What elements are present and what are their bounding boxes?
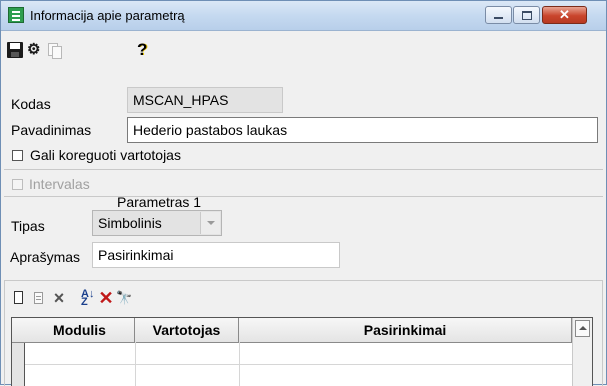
section-divider [4, 169, 603, 170]
save-icon[interactable] [7, 42, 23, 58]
intervalas-checkbox[interactable] [12, 179, 23, 190]
kodas-field: MSCAN_HPAS [127, 87, 283, 113]
column-header-modulis[interactable]: Modulis [25, 318, 135, 342]
pavadinimas-field[interactable]: Hederio pastabos laukas [127, 117, 598, 143]
aprasymas-label: Aprašymas [10, 249, 81, 265]
editable-checkbox-label: Gali koreguoti vartotojas [30, 147, 181, 163]
parametras-heading: Parametras 1 [117, 194, 202, 210]
sort-icon[interactable]: A↓ Z [81, 289, 97, 308]
copy-icon[interactable] [47, 42, 63, 59]
window-title: Informacija apie parametrą [30, 8, 185, 23]
grid-column-line [239, 342, 240, 386]
kodas-label: Kodas [11, 96, 51, 112]
editable-checkbox[interactable] [12, 150, 23, 161]
tipas-label: Tipas [11, 218, 45, 234]
grid-column-line [135, 342, 136, 386]
pavadinimas-label: Pavadinimas [11, 122, 92, 138]
edit-record-icon[interactable] [31, 290, 47, 306]
parametras-divider [4, 196, 603, 197]
properties-icon[interactable]: ⚙ [27, 42, 43, 58]
delete-icon[interactable]: × [51, 289, 67, 307]
tipas-combo[interactable]: Simbolinis [92, 210, 222, 236]
aprasymas-field[interactable]: Pasirinkimai [92, 242, 340, 268]
grid-vertical-scrollbar[interactable] [572, 318, 592, 386]
maximize-button[interactable] [513, 6, 540, 24]
parameter-info-window: Informacija apie parametrą ✕ ⚙ ? Kodas M… [0, 0, 607, 386]
delete-red-icon[interactable]: ✕ [98, 289, 114, 307]
find-icon[interactable]: 🔭 [116, 290, 132, 306]
minimize-button[interactable] [485, 6, 512, 24]
title-bar[interactable]: Informacija apie parametrą ✕ [1, 1, 606, 31]
close-button[interactable]: ✕ [542, 6, 587, 24]
grid-row-line [25, 364, 572, 365]
new-record-icon[interactable] [11, 290, 27, 306]
chevron-down-icon[interactable] [200, 212, 220, 234]
tipas-value: Simbolinis [98, 215, 162, 231]
options-grid[interactable]: Modulis Vartotojas Pasirinkimai [11, 317, 593, 386]
sort-glyph-bottom: Z [81, 296, 88, 308]
column-header-vartotojas[interactable]: Vartotojas [135, 318, 239, 342]
column-header-pasirinkimai[interactable]: Pasirinkimai [239, 318, 572, 342]
close-icon: ✕ [559, 7, 570, 22]
scroll-up-icon[interactable] [575, 320, 590, 337]
grid-header: Modulis Vartotojas Pasirinkimai [12, 318, 572, 343]
intervalas-label: Intervalas [29, 176, 90, 192]
help-icon[interactable]: ? [137, 41, 153, 58]
app-icon [8, 7, 24, 23]
